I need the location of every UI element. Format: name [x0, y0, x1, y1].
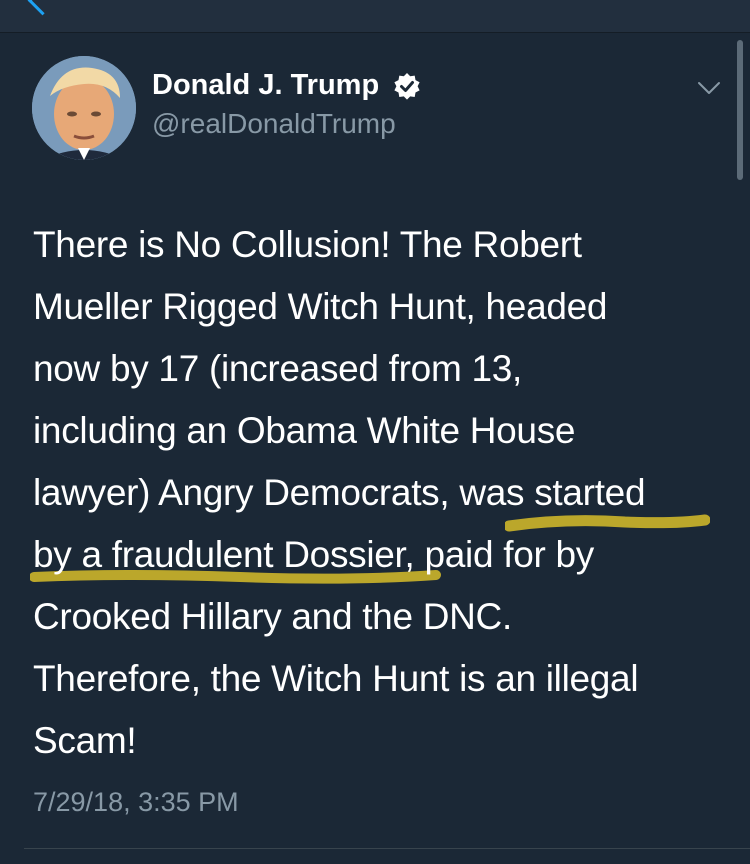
top-navigation-bar — [0, 0, 750, 33]
tweet-timestamp[interactable]: 7/29/18, 3:35 PM — [33, 787, 239, 818]
tweet-text-line: including an Obama White House — [33, 410, 576, 451]
tweet-text-line: There is No Collusion! The Robert — [33, 224, 582, 265]
chevron-left-icon[interactable] — [27, 0, 58, 16]
verified-badge-icon — [394, 73, 420, 100]
tweet-text-line: Crooked Hillary and the DNC. — [33, 596, 512, 637]
avatar[interactable] — [32, 56, 136, 160]
scrollbar[interactable] — [737, 40, 743, 180]
tweet-text: There is No Collusion! The Robert Muelle… — [33, 214, 723, 772]
avatar-image — [32, 56, 136, 160]
author-handle[interactable]: @realDonaldTrump — [152, 108, 396, 140]
chevron-down-icon[interactable] — [697, 76, 721, 100]
tweet-text-line: Therefore, the Witch Hunt is an illegal — [33, 658, 639, 699]
tweet-text-line: Scam! — [33, 720, 137, 761]
tweet-text-line: lawyer) Angry Democrats, was started — [33, 472, 646, 513]
tweet-text-line: now by 17 (increased from 13, — [33, 348, 522, 389]
divider — [24, 848, 750, 849]
author-display-name[interactable]: Donald J. Trump — [152, 69, 379, 102]
tweet-text-line: by a fraudulent Dossier, paid for by — [33, 534, 594, 575]
tweet-text-line: Mueller Rigged Witch Hunt, headed — [33, 286, 608, 327]
